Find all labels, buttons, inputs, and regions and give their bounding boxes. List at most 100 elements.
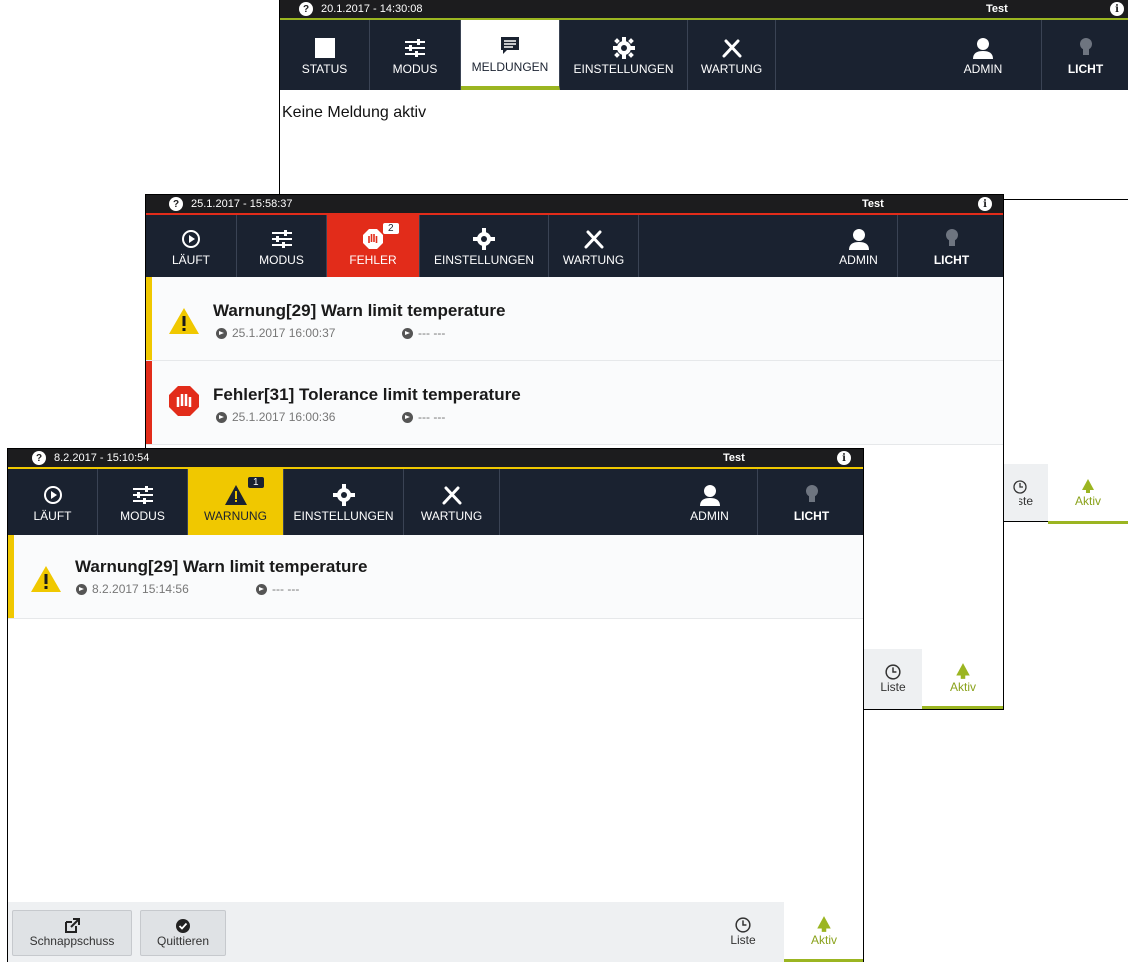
message-title: Warnung[29] Warn limit temperature: [75, 557, 368, 576]
check-circle-icon: [176, 919, 190, 933]
message-start-time: 8.2.2017 15:14:56: [76, 582, 189, 596]
tab-licht[interactable]: LICHT: [757, 469, 863, 535]
tab-liste[interactable]: Liste: [864, 649, 922, 709]
lightbulb-icon: [1079, 38, 1092, 55]
tab-modus[interactable]: MODUS: [98, 469, 188, 535]
status-bar: ? 25.1.2017 - 15:58:37 Test i: [146, 195, 1003, 215]
severity-stripe: [146, 361, 152, 444]
help-icon[interactable]: ?: [299, 2, 313, 16]
tools-icon: [584, 230, 603, 249]
message-row-error[interactable]: Fehler[31] Tolerance limit temperature 2…: [146, 361, 1003, 445]
panel-meldungen: ? 20.1.2017 - 14:30:08 Test i STATUS MOD…: [279, 0, 1128, 200]
tab-modus[interactable]: MODUS: [370, 20, 461, 90]
end-arrow-icon: [402, 411, 413, 423]
lightbulb-icon: [805, 485, 818, 502]
tab-modus[interactable]: MODUS: [237, 215, 327, 277]
tab-wartung[interactable]: WARTUNG: [688, 20, 776, 90]
end-arrow-icon: [402, 327, 413, 339]
running-icon: [43, 486, 62, 504]
severity-stripe: [8, 535, 14, 618]
sliders-icon: [271, 230, 292, 248]
tab-aktiv[interactable]: Aktiv: [922, 649, 1003, 709]
start-arrow-icon: [76, 583, 87, 595]
gear-icon: [473, 228, 495, 250]
footer-bar: Schnappschuss Quittieren Liste Aktiv: [8, 902, 863, 962]
tab-admin[interactable]: ADMIN: [662, 469, 757, 535]
tab-laeuft[interactable]: LÄUFT: [146, 215, 237, 277]
message-row-warning[interactable]: Warnung[29] Warn limit temperature 8.2.2…: [8, 535, 863, 619]
snapshot-button[interactable]: Schnappschuss: [12, 910, 132, 956]
message-start-time: 25.1.2017 16:00:37: [216, 326, 335, 340]
tab-einstellungen[interactable]: EINSTELLUNGEN: [560, 20, 688, 90]
history-icon: [735, 917, 751, 933]
lightbulb-icon: [945, 229, 958, 246]
message-end-time: --- ---: [402, 326, 445, 340]
status-bar: ? 8.2.2017 - 15:10:54 Test i: [8, 449, 863, 469]
tab-liste[interactable]: Liste: [702, 902, 784, 962]
sliders-icon: [132, 486, 153, 504]
sliders-icon: [405, 39, 425, 57]
end-arrow-icon: [256, 583, 267, 595]
user-name: Test: [723, 452, 745, 464]
info-icon[interactable]: i: [978, 197, 992, 211]
user-icon: [973, 38, 993, 59]
tab-admin[interactable]: ADMIN: [811, 215, 906, 277]
warning-count-badge: 1: [248, 477, 264, 488]
tab-wartung[interactable]: WARTUNG: [404, 469, 500, 535]
acknowledge-button[interactable]: Quittieren: [140, 910, 226, 956]
tab-licht[interactable]: LICHT: [897, 215, 1003, 277]
history-icon: [1013, 480, 1027, 494]
tab-warnung[interactable]: 1 WARNUNG: [188, 469, 284, 535]
external-link-icon: [65, 918, 80, 933]
message-icon: [501, 37, 519, 54]
info-icon[interactable]: i: [837, 451, 851, 465]
running-icon: [182, 230, 200, 248]
start-arrow-icon: [216, 411, 227, 423]
info-icon[interactable]: i: [1110, 2, 1124, 16]
help-icon[interactable]: ?: [32, 451, 46, 465]
user-icon: [699, 485, 720, 506]
tab-meldungen[interactable]: MELDUNGEN: [461, 20, 560, 90]
message-end-time: --- ---: [256, 582, 299, 596]
stop-hand-icon: [169, 386, 199, 416]
no-message-text: Keine Meldung aktiv: [282, 104, 427, 121]
tools-icon: [722, 39, 741, 58]
tab-einstellungen[interactable]: EINSTELLUNGEN: [420, 215, 549, 277]
stop-hand-icon: [363, 229, 383, 249]
user-icon: [848, 229, 869, 250]
message-end-time: --- ---: [402, 410, 445, 424]
severity-stripe: [146, 277, 152, 360]
datetime: 20.1.2017 - 14:30:08: [321, 3, 423, 15]
tab-laeuft[interactable]: LÄUFT: [8, 469, 98, 535]
tab-status[interactable]: STATUS: [280, 20, 370, 90]
tools-icon: [442, 486, 461, 505]
tab-aktiv[interactable]: Aktiv: [784, 902, 863, 962]
help-icon[interactable]: ?: [169, 197, 183, 211]
panel1-footer: Liste Aktiv: [1004, 464, 1128, 524]
tab-liste[interactable]: Liste: [1004, 464, 1048, 524]
message-title: Warnung[29] Warn limit temperature: [213, 301, 506, 320]
tab-einstellungen[interactable]: EINSTELLUNGEN: [284, 469, 404, 535]
warning-icon: [224, 485, 247, 505]
panel-warnung: ? 8.2.2017 - 15:10:54 Test i LÄUFT MODUS…: [7, 448, 864, 962]
tab-aktiv[interactable]: Aktiv: [1048, 464, 1128, 524]
tab-fehler[interactable]: 2 FEHLER: [327, 215, 420, 277]
gear-icon: [612, 37, 635, 59]
datetime: 8.2.2017 - 15:10:54: [54, 452, 150, 464]
warning-icon: [31, 566, 61, 592]
warning-icon: [169, 308, 199, 334]
user-name: Test: [862, 198, 884, 210]
main-nav: LÄUFT MODUS 1 WARNUNG EINSTELLUNGEN WART…: [8, 469, 863, 535]
status-bar: ? 20.1.2017 - 14:30:08 Test i: [280, 0, 1128, 20]
main-nav: LÄUFT MODUS 2 FEHLER EINSTELLUNGEN WARTU…: [146, 215, 1003, 277]
user-name: Test: [986, 3, 1008, 15]
bell-icon: [1082, 478, 1094, 493]
bell-icon: [817, 915, 831, 932]
tab-wartung[interactable]: WARTUNG: [549, 215, 639, 277]
bell-icon: [956, 662, 970, 679]
tab-licht[interactable]: LICHT: [1041, 20, 1128, 90]
gear-icon: [332, 484, 355, 506]
tab-admin[interactable]: ADMIN: [935, 20, 1031, 90]
message-row-warning[interactable]: Warnung[29] Warn limit temperature 25.1.…: [146, 277, 1003, 361]
main-nav: STATUS MODUS MELDUNGEN EINSTELLUNGEN WAR…: [280, 20, 1128, 90]
